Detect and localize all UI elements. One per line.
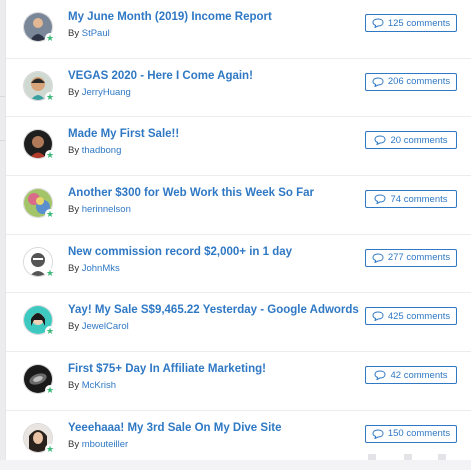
cutoff-element	[368, 454, 376, 460]
verified-badge-icon: ★	[45, 326, 55, 337]
comments-button[interactable]: 42 comments	[365, 366, 457, 385]
comment-bubble-icon	[372, 77, 384, 87]
verified-badge-icon: ★	[45, 33, 55, 43]
comment-bubble-icon	[372, 429, 384, 439]
topic-row: ★ Made My First Sale!! By thadbong 20 co…	[6, 117, 471, 177]
topic-row: ★ New commission record $2,000+ in 1 day…	[6, 235, 471, 294]
topic-title-link[interactable]: My June Month (2019) Income Report	[68, 11, 272, 23]
topic-row: ★ First $75+ Day In Affiliate Marketing!…	[6, 352, 471, 411]
comments-button[interactable]: 74 comments	[365, 190, 457, 209]
topic-byline: By herinnelson	[68, 204, 131, 215]
by-label: By	[68, 262, 80, 274]
topic-title-link[interactable]: New commission record $2,000+ in 1 day	[68, 246, 292, 258]
topic-title-link[interactable]: VEGAS 2020 - Here I Come Again!	[68, 70, 253, 82]
topic-byline: By McKrish	[68, 380, 116, 391]
by-label: By	[68, 86, 80, 98]
by-label: By	[68, 380, 80, 392]
by-label: By	[68, 145, 80, 157]
comments-button[interactable]: 20 comments	[365, 131, 457, 150]
topic-byline: By JohnMks	[68, 263, 120, 274]
topic-title-link[interactable]: Another $300 for Web Work this Week So F…	[68, 187, 314, 199]
topic-row: ★ VEGAS 2020 - Here I Come Again! By Jer…	[6, 59, 471, 118]
verified-badge-icon: ★	[45, 209, 55, 220]
avatar[interactable]: ★	[23, 129, 55, 161]
comments-button[interactable]: 206 comments	[365, 72, 457, 91]
verified-badge-icon: ★	[45, 385, 55, 396]
comments-button[interactable]: 277 comments	[365, 248, 457, 267]
topic-row: ★ My June Month (2019) Income Report By …	[6, 0, 471, 59]
topic-list: ★ My June Month (2019) Income Report By …	[6, 0, 471, 470]
comments-count: 150 comments	[387, 428, 451, 440]
comments-count: 125 comments	[387, 17, 451, 29]
verified-badge-icon: ★	[45, 267, 55, 278]
verified-badge-icon: ★	[45, 443, 55, 454]
comments-button[interactable]: 425 comments	[365, 307, 457, 326]
comment-bubble-icon	[372, 18, 384, 28]
topic-byline: By thadbong	[68, 145, 121, 156]
topic-row: ★ Another $300 for Web Work this Week So…	[6, 176, 471, 235]
topic-byline: By JerryHuang	[68, 87, 131, 98]
avatar[interactable]: ★	[23, 422, 55, 454]
cutoff-element	[438, 454, 446, 460]
comment-bubble-icon	[374, 370, 386, 381]
avatar[interactable]: ★	[23, 364, 55, 396]
author-link[interactable]: McKrish	[82, 380, 116, 391]
topic-title-link[interactable]: First $75+ Day In Affiliate Marketing!	[68, 363, 266, 375]
verified-badge-icon: ★	[45, 150, 55, 161]
by-label: By	[68, 204, 80, 216]
topic-row: ★ Yeeehaaa! My 3rd Sale On My Dive Site …	[6, 411, 471, 470]
author-link[interactable]: thadbong	[82, 145, 122, 156]
topic-title-link[interactable]: Yeeehaaa! My 3rd Sale On My Dive Site	[68, 422, 282, 434]
author-link[interactable]: StPaul	[82, 28, 110, 39]
cutoff-element	[404, 454, 412, 460]
comment-bubble-icon	[374, 135, 386, 146]
comment-bubble-icon	[372, 253, 384, 263]
author-link[interactable]: herinnelson	[82, 204, 131, 215]
verified-badge-icon: ★	[45, 91, 55, 102]
topic-row: ★ Yay! My Sale S$9,465.22 Yesterday - Go…	[6, 293, 471, 353]
by-label: By	[68, 321, 80, 333]
avatar[interactable]: ★	[23, 246, 55, 278]
comments-button[interactable]: 150 comments	[365, 424, 457, 443]
by-label: By	[68, 438, 80, 450]
topic-byline: By mbouteiller	[68, 439, 128, 450]
comment-bubble-icon	[372, 311, 384, 322]
comments-count: 74 comments	[390, 193, 448, 205]
comments-count: 206 comments	[387, 76, 451, 88]
by-label: By	[68, 28, 80, 39]
avatar[interactable]: ★	[23, 188, 55, 220]
comments-count: 425 comments	[387, 310, 451, 322]
topic-title-link[interactable]: Yay! My Sale S$9,465.22 Yesterday - Goog…	[68, 304, 359, 316]
comment-bubble-icon	[374, 194, 386, 205]
author-link[interactable]: JerryHuang	[82, 87, 131, 98]
avatar[interactable]: ★	[23, 12, 55, 43]
comments-button[interactable]: 125 comments	[365, 14, 457, 32]
topic-title-link[interactable]: Made My First Sale!!	[68, 128, 179, 140]
author-link[interactable]: mbouteiller	[82, 439, 128, 450]
author-link[interactable]: JewelCarol	[82, 321, 129, 332]
discussion-list-panel: ★ My June Month (2019) Income Report By …	[5, 0, 471, 460]
avatar[interactable]: ★	[23, 305, 55, 337]
topic-byline: By StPaul	[68, 28, 110, 39]
author-link[interactable]: JohnMks	[82, 263, 120, 274]
avatar[interactable]: ★	[23, 70, 55, 102]
comments-count: 42 comments	[390, 369, 448, 381]
comments-count: 20 comments	[390, 134, 448, 146]
topic-byline: By JewelCarol	[68, 321, 129, 332]
comments-count: 277 comments	[387, 252, 451, 264]
